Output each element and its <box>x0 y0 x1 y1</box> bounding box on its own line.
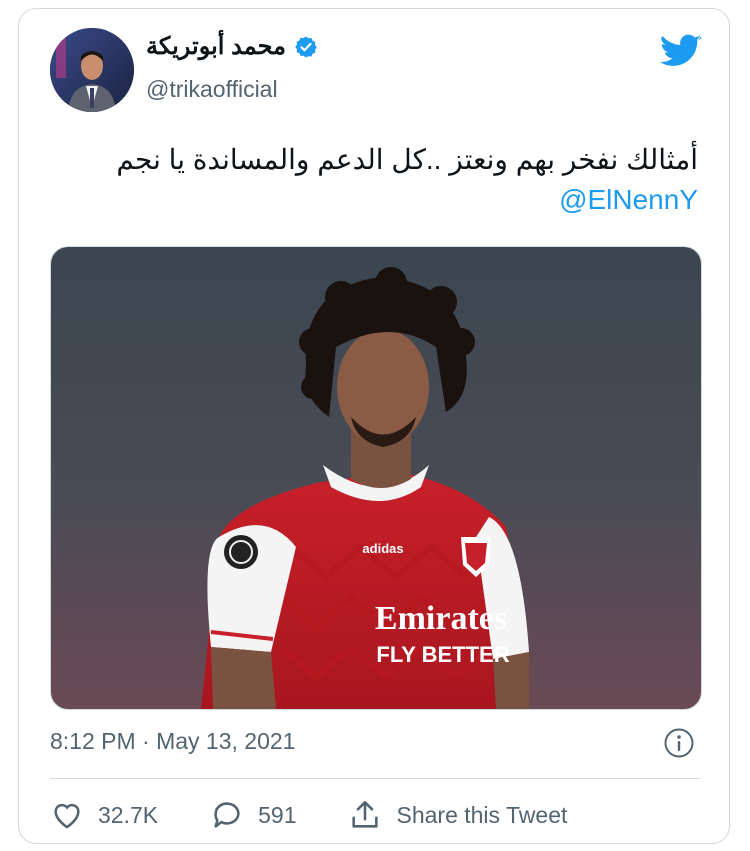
author-handle[interactable]: @trikaofficial <box>146 76 278 103</box>
author-name[interactable]: محمد أبوتريكة <box>146 32 286 61</box>
share-button[interactable]: Share this Tweet <box>348 798 567 832</box>
tweet-body: أمثالك نفخر بهم ونعتز ..كل الدعم والمسان… <box>116 144 698 175</box>
avatar[interactable] <box>50 28 134 112</box>
divider <box>50 778 700 779</box>
tweet-timestamp[interactable]: 8:12 PM · May 13, 2021 <box>50 728 295 755</box>
verified-badge-icon <box>295 36 317 57</box>
heart-icon <box>54 803 80 829</box>
share-icon <box>352 800 379 828</box>
sponsor-logo-text: Emirates <box>375 600 507 637</box>
mention-link[interactable]: @ElNennY <box>58 180 698 220</box>
sponsor-tagline-text: FLY BETTER <box>376 642 509 667</box>
tweet-photo[interactable]: Emirates FLY BETTER adidas <box>50 246 702 710</box>
like-count: 32.7K <box>98 801 159 828</box>
reply-button[interactable]: 591 <box>210 798 296 832</box>
info-icon[interactable] <box>663 727 695 759</box>
reply-icon <box>214 802 240 828</box>
tweet-text: أمثالك نفخر بهم ونعتز ..كل الدعم والمسان… <box>58 140 698 220</box>
reply-count: 591 <box>258 801 297 828</box>
like-button[interactable]: 32.7K <box>50 798 158 832</box>
twitter-bird-icon[interactable] <box>660 34 702 70</box>
share-label: Share this Tweet <box>396 801 568 828</box>
action-bar: 32.7K 591 Share this Tweet <box>50 798 619 832</box>
brand-logo-text: adidas <box>362 541 403 556</box>
